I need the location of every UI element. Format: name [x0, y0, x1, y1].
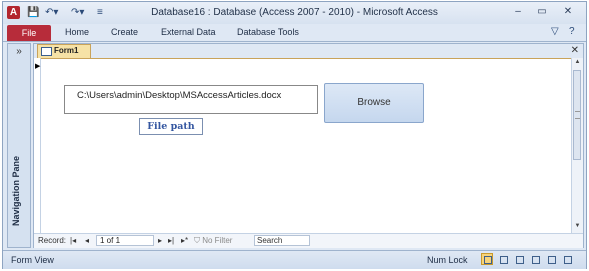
- filter-icon: ⛉: [194, 236, 203, 245]
- form-tab-label: Form1: [54, 46, 79, 55]
- tab-database-tools[interactable]: Database Tools: [237, 27, 299, 37]
- restore-icon[interactable]: ▭: [531, 5, 553, 19]
- previous-record-icon[interactable]: ◂: [85, 236, 89, 245]
- navigation-pane-label: Navigation Pane: [11, 155, 21, 226]
- record-navigation-bar: Record: |◂ ◂ 1 of 1 ▸ ▸| ▸* ⛉ No Filter …: [34, 233, 583, 248]
- scroll-thumb[interactable]: [573, 70, 581, 160]
- pivot-table-view-icon[interactable]: [545, 253, 557, 265]
- last-record-icon[interactable]: ▸|: [168, 236, 174, 245]
- close-document-icon[interactable]: ✕: [571, 45, 579, 56]
- layout-view-icon[interactable]: [513, 253, 525, 265]
- browse-button[interactable]: Browse: [324, 83, 424, 123]
- first-record-icon[interactable]: |◂: [70, 236, 76, 245]
- current-record-icon: ▶: [35, 63, 41, 70]
- datasheet-view-icon[interactable]: [497, 253, 509, 265]
- num-lock-indicator: Num Lock: [427, 255, 468, 265]
- expand-nav-icon[interactable]: »: [8, 46, 30, 57]
- form-view-icon[interactable]: [481, 253, 493, 265]
- help-icon[interactable]: ?: [569, 26, 575, 37]
- tab-form1[interactable]: Form1: [37, 44, 91, 58]
- scroll-down-icon[interactable]: ▼: [573, 223, 582, 232]
- close-window-icon[interactable]: ✕: [557, 5, 579, 19]
- window-title: Database16 : Database (Access 2007 - 201…: [151, 7, 438, 18]
- no-filter-label: No Filter: [202, 236, 233, 245]
- no-filter-button[interactable]: ⛉ No Filter: [194, 236, 232, 246]
- ribbon-tabs: File Home Create External Data Database …: [3, 24, 586, 42]
- view-status: Form View: [11, 255, 54, 265]
- design-view-icon[interactable]: [529, 253, 541, 265]
- access-window: A 💾 ↶▾ ↷▾ ≡ Database16 : Database (Acces…: [2, 1, 587, 269]
- pivot-chart-view-icon[interactable]: [561, 253, 573, 265]
- navigation-pane[interactable]: » Navigation Pane: [7, 43, 31, 248]
- tab-file[interactable]: File: [7, 25, 51, 41]
- vertical-scrollbar[interactable]: ▲ ▼: [571, 58, 583, 233]
- document-tabs: Form1 ✕: [34, 44, 583, 59]
- form-icon: [41, 47, 52, 56]
- scroll-up-icon[interactable]: ▲: [573, 59, 582, 68]
- tab-create[interactable]: Create: [111, 27, 138, 37]
- tab-external-data[interactable]: External Data: [161, 27, 216, 37]
- ribbon-collapse-icon[interactable]: ▽: [551, 26, 559, 37]
- next-record-icon[interactable]: ▸: [158, 236, 162, 245]
- search-input[interactable]: Search: [254, 235, 310, 246]
- record-label: Record:: [38, 236, 67, 245]
- file-path-textbox[interactable]: C:\Users\admin\Desktop\MSAccessArticles.…: [64, 85, 318, 114]
- status-bar: Form View Num Lock: [3, 250, 586, 269]
- file-path-label: File path: [139, 118, 203, 135]
- new-record-icon[interactable]: ▸*: [181, 236, 188, 245]
- form-document: Form1 ✕ ▶ C:\Users\admin\Desktop\MSAcces…: [33, 43, 584, 248]
- current-record-field[interactable]: 1 of 1: [96, 235, 154, 246]
- record-selector[interactable]: ▶: [34, 58, 41, 233]
- minimize-icon[interactable]: –: [507, 5, 529, 19]
- tab-home[interactable]: Home: [65, 27, 89, 37]
- title-bar: A 💾 ↶▾ ↷▾ ≡ Database16 : Database (Acces…: [3, 2, 586, 24]
